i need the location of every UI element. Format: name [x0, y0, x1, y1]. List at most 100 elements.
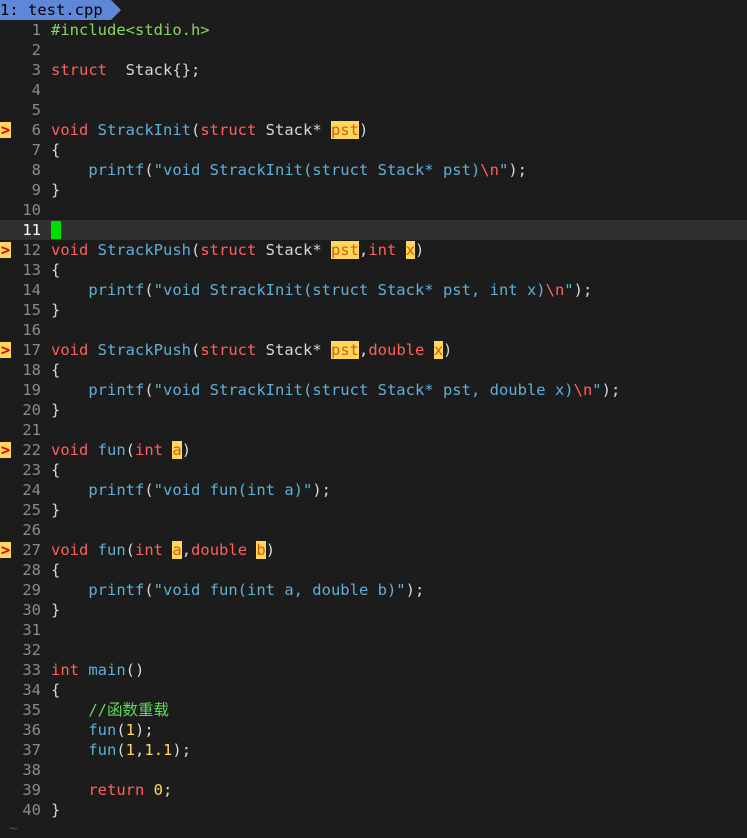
code-token: , — [359, 341, 369, 359]
code-line[interactable]: 23 { — [0, 460, 747, 480]
keyword-token: void — [51, 441, 89, 459]
code-line[interactable]: >6 void StrackInit(struct Stack* pst) — [0, 120, 747, 140]
code-line[interactable]: 3 struct Stack{}; — [0, 60, 747, 80]
code-line[interactable]: 29 printf("void fun(int a, double b)"); — [0, 580, 747, 600]
line-number: 27 — [22, 541, 41, 559]
sign-marker-icon: > — [0, 121, 11, 139]
code-line[interactable]: 35 //函数重载 — [0, 700, 747, 720]
line-number: 21 — [22, 421, 41, 439]
code-token: ( — [144, 581, 154, 599]
code-line[interactable]: 40} — [0, 800, 747, 820]
code-line[interactable]: 25} — [0, 500, 747, 520]
code-token: ( — [144, 281, 154, 299]
code-line[interactable]: 39 return 0; — [0, 780, 747, 800]
code-line[interactable]: 30} — [0, 600, 747, 620]
code-token: { — [51, 261, 61, 279]
keyword-token: void — [51, 121, 89, 139]
code-line[interactable]: 21 — [0, 420, 747, 440]
code-line[interactable]: 37 fun(1,1.1); — [0, 740, 747, 760]
code-token: { — [51, 681, 61, 699]
code-token: } — [51, 601, 61, 619]
escape-token: \n — [545, 281, 565, 299]
code-line[interactable]: >22 void fun(int a) — [0, 440, 747, 460]
number-token: 1.1 — [144, 741, 173, 759]
code-line[interactable]: 28 { — [0, 560, 747, 580]
code-line[interactable]: 20} — [0, 400, 747, 420]
code-line[interactable]: 32 — [0, 640, 747, 660]
code-editor[interactable]: 1 #include<stdio.h> 2 3 struct Stack{}; 4 5 >6 v… — [0, 20, 747, 820]
string-token: "void fun(int a)" — [153, 481, 313, 499]
line-number: 14 — [22, 281, 41, 299]
sign-marker-icon: > — [0, 341, 11, 359]
code-line[interactable]: 1 #include<stdio.h> — [0, 20, 747, 40]
code-line[interactable]: >27 void fun(int a,double b) — [0, 540, 747, 560]
code-line[interactable]: >17 void StrackPush(struct Stack* pst,dou… — [0, 340, 747, 360]
code-line[interactable]: 2 — [0, 40, 747, 60]
line-text: { — [51, 260, 60, 280]
code-line[interactable]: 10 — [0, 200, 747, 220]
code-line[interactable]: 33 int main() — [0, 660, 747, 680]
line-number: 13 — [22, 261, 41, 279]
code-line[interactable]: 9} — [0, 180, 747, 200]
buffer-tab[interactable]: 1: test.cpp — [0, 0, 111, 20]
line-number: 28 — [22, 561, 41, 579]
line-text: printf("void StrackInit(struct Stack* ps… — [51, 380, 620, 400]
highlighted-param-token: x — [405, 241, 416, 259]
code-line[interactable]: 19 printf("void StrackInit(struct Stack*… — [0, 380, 747, 400]
keyword-token: int — [135, 541, 164, 559]
code-line[interactable]: 36 fun(1); — [0, 720, 747, 740]
line-text: struct Stack{}; — [51, 60, 200, 80]
function-name-token: printf — [88, 481, 145, 499]
code-line[interactable]: 38 — [0, 760, 747, 780]
function-name-token: printf — [88, 381, 145, 399]
function-name-token: fun — [97, 441, 126, 459]
line-text: } — [51, 400, 60, 420]
line-number: 39 — [22, 781, 41, 799]
line-text: printf("void fun(int a, double b)"); — [51, 580, 424, 600]
line-text: printf("void fun(int a)"); — [51, 480, 331, 500]
code-line[interactable]: 7{ — [0, 140, 747, 160]
preprocessor-token: #include<stdio.h> — [51, 21, 210, 39]
code-line[interactable]: 26 — [0, 520, 747, 540]
code-line[interactable]: 11 — [0, 220, 747, 240]
keyword-token: struct — [200, 341, 257, 359]
code-line[interactable]: 31 — [0, 620, 747, 640]
line-text: printf("void StrackInit(struct Stack* ps… — [51, 160, 527, 180]
comment-token: //函数重载 — [88, 701, 169, 719]
function-name-token: StrackPush — [97, 341, 191, 359]
code-line[interactable]: 8 printf("void StrackInit(struct Stack* … — [0, 160, 747, 180]
code-line[interactable]: 14 printf("void StrackInit(struct Stack*… — [0, 280, 747, 300]
code-token: } — [51, 301, 61, 319]
keyword-token: return — [88, 781, 145, 799]
code-line[interactable]: 4 — [0, 80, 747, 100]
code-line[interactable]: >12 void StrackPush(struct Stack* pst,int… — [0, 240, 747, 260]
function-name-token: fun — [97, 541, 126, 559]
line-text: void StrackPush(struct Stack* pst,double… — [51, 340, 452, 360]
code-token: ( — [144, 381, 154, 399]
code-token: ); — [508, 161, 527, 179]
code-line[interactable]: 13 { — [0, 260, 747, 280]
string-token: "void StrackInit(struct Stack* pst, doub… — [153, 381, 574, 399]
line-number: 17 — [22, 341, 41, 359]
line-text: { — [51, 560, 60, 580]
code-line[interactable]: 15} — [0, 300, 747, 320]
string-token: " — [498, 161, 509, 179]
code-line[interactable]: 34 { — [0, 680, 747, 700]
code-line[interactable]: 24 printf("void fun(int a)"); — [0, 480, 747, 500]
keyword-token: int — [368, 241, 397, 259]
code-line[interactable]: 18 { — [0, 360, 747, 380]
code-line[interactable]: 5 — [0, 100, 747, 120]
code-line[interactable]: 16 — [0, 320, 747, 340]
line-number: 9 — [31, 181, 41, 199]
code-token: ) — [359, 121, 369, 139]
code-token: ( — [191, 121, 201, 139]
escape-token: \n — [573, 381, 593, 399]
code-token: ) — [443, 341, 453, 359]
code-token: { — [51, 461, 61, 479]
